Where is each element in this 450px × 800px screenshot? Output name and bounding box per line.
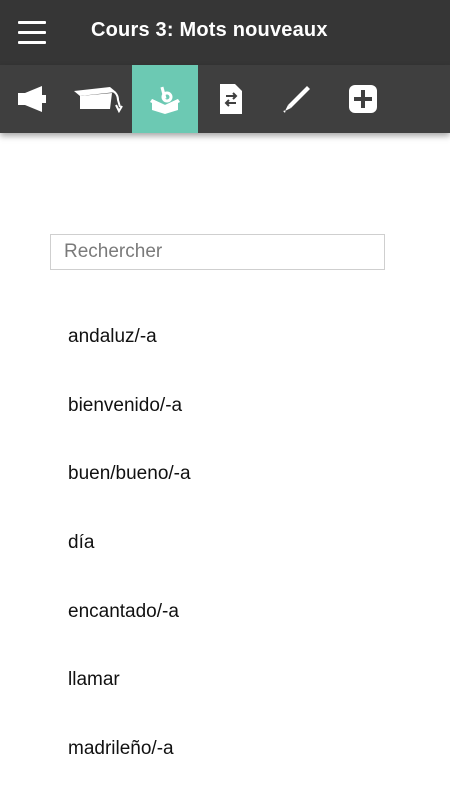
add-square-icon	[349, 85, 377, 113]
word-item[interactable]: buen/bueno/-a	[68, 455, 191, 524]
tool-writing[interactable]	[264, 65, 330, 133]
word-item[interactable]: llamar	[68, 661, 191, 730]
word-item[interactable]: encantado/-a	[68, 593, 191, 662]
word-item[interactable]: madrileño/-a	[68, 730, 191, 799]
word-list: andaluz/-a bienvenido/-a buen/bueno/-a d…	[68, 318, 191, 799]
pen-icon	[283, 86, 310, 113]
app-header: Cours 3: Mots nouveaux	[0, 0, 450, 65]
tool-audio[interactable]	[0, 65, 66, 133]
translate-document-icon	[220, 84, 242, 114]
tool-translation[interactable]	[198, 65, 264, 133]
graduation-cap-icon	[74, 87, 123, 114]
lesson-toolbar	[0, 65, 450, 133]
tool-vocabulary[interactable]	[132, 65, 198, 133]
megaphone-icon	[18, 86, 46, 112]
word-item[interactable]: día	[68, 524, 191, 593]
tool-course[interactable]	[66, 65, 132, 133]
tool-add[interactable]	[330, 65, 396, 133]
vocabulary-box-icon	[150, 86, 180, 114]
word-item[interactable]: andaluz/-a	[68, 318, 191, 387]
page-title: Cours 3: Mots nouveaux	[91, 19, 328, 41]
hamburger-menu-icon[interactable]	[18, 21, 46, 45]
word-item[interactable]: bienvenido/-a	[68, 387, 191, 456]
search-input[interactable]	[50, 234, 385, 270]
